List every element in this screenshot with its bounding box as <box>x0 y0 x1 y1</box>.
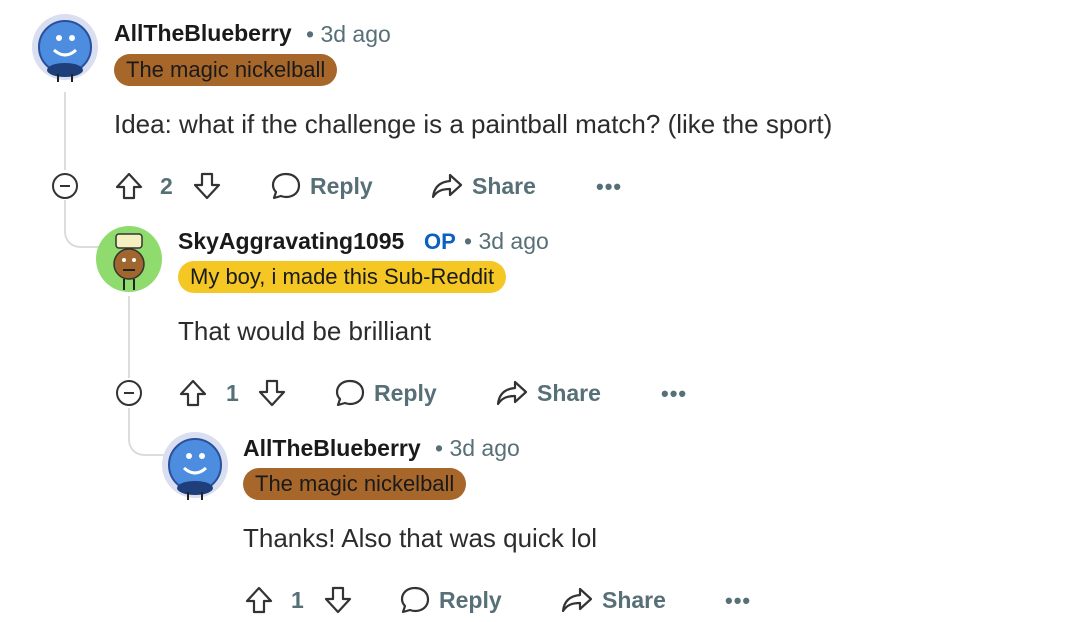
share-arrow-icon <box>495 377 529 409</box>
time-label: 3d ago <box>478 228 549 254</box>
character-avatar-icon <box>96 226 162 292</box>
vote-count: 1 <box>226 380 239 406</box>
separator-dot: • <box>306 21 315 47</box>
share-button[interactable]: Share <box>495 377 601 409</box>
downvote-icon[interactable] <box>323 585 353 615</box>
share-arrow-icon <box>560 584 594 616</box>
share-label: Share <box>472 172 536 199</box>
blueberry-avatar-icon <box>32 14 98 82</box>
share-arrow-icon <box>430 170 464 202</box>
separator-dot: • <box>435 435 444 461</box>
reply-label: Reply <box>310 172 373 199</box>
reply-label: Reply <box>439 586 502 613</box>
timestamp: • 3d ago <box>435 435 520 462</box>
username[interactable]: AllTheBlueberry <box>114 20 292 47</box>
thread-branch-1 <box>64 200 100 248</box>
timestamp: • 3d ago <box>306 21 391 48</box>
comment-body: Thanks! Also that was quick lol <box>243 523 598 553</box>
collapse-button[interactable] <box>116 380 142 406</box>
upvote-icon[interactable] <box>114 171 144 201</box>
more-options-button[interactable]: ••• <box>725 588 751 614</box>
username[interactable]: AllTheBlueberry <box>243 435 421 462</box>
upvote-icon[interactable] <box>178 378 208 408</box>
username[interactable]: SkyAggravating1095 <box>178 228 404 255</box>
comment-body: Idea: what if the challenge is a paintba… <box>114 109 833 139</box>
user-flair: The magic nickelball <box>114 54 338 86</box>
vote-count: 2 <box>160 173 173 199</box>
thread-line-1 <box>64 92 66 170</box>
comment-bubble-icon <box>270 170 302 202</box>
comment-bubble-icon <box>399 584 431 616</box>
comment-bubble-icon <box>334 377 366 409</box>
collapse-button[interactable] <box>52 173 78 199</box>
share-button[interactable]: Share <box>560 584 666 616</box>
more-options-button[interactable]: ••• <box>661 381 687 407</box>
reply-button[interactable]: Reply <box>270 170 373 202</box>
user-flair: The magic nickelball <box>243 468 467 500</box>
share-button[interactable]: Share <box>430 170 536 202</box>
more-options-button[interactable]: ••• <box>596 174 622 200</box>
op-badge: OP <box>424 229 456 254</box>
upvote-icon[interactable] <box>244 585 274 615</box>
share-label: Share <box>537 379 601 406</box>
downvote-icon[interactable] <box>192 171 222 201</box>
reply-button[interactable]: Reply <box>334 377 437 409</box>
avatar[interactable] <box>32 14 98 82</box>
downvote-icon[interactable] <box>257 378 287 408</box>
time-label: 3d ago <box>320 21 391 47</box>
thread-line-2 <box>128 296 130 378</box>
reply-button[interactable]: Reply <box>399 584 502 616</box>
avatar[interactable] <box>96 226 162 292</box>
thread-branch-2 <box>128 408 164 456</box>
separator-dot: • <box>464 228 473 254</box>
time-label: 3d ago <box>449 435 520 461</box>
user-flair: My boy, i made this Sub-Reddit <box>178 261 507 293</box>
avatar[interactable] <box>162 432 228 500</box>
timestamp: • 3d ago <box>464 228 549 255</box>
share-label: Share <box>602 586 666 613</box>
vote-count: 1 <box>291 587 304 613</box>
blueberry-avatar-icon <box>162 432 228 500</box>
comment-body: That would be brilliant <box>178 316 431 346</box>
reply-label: Reply <box>374 379 437 406</box>
